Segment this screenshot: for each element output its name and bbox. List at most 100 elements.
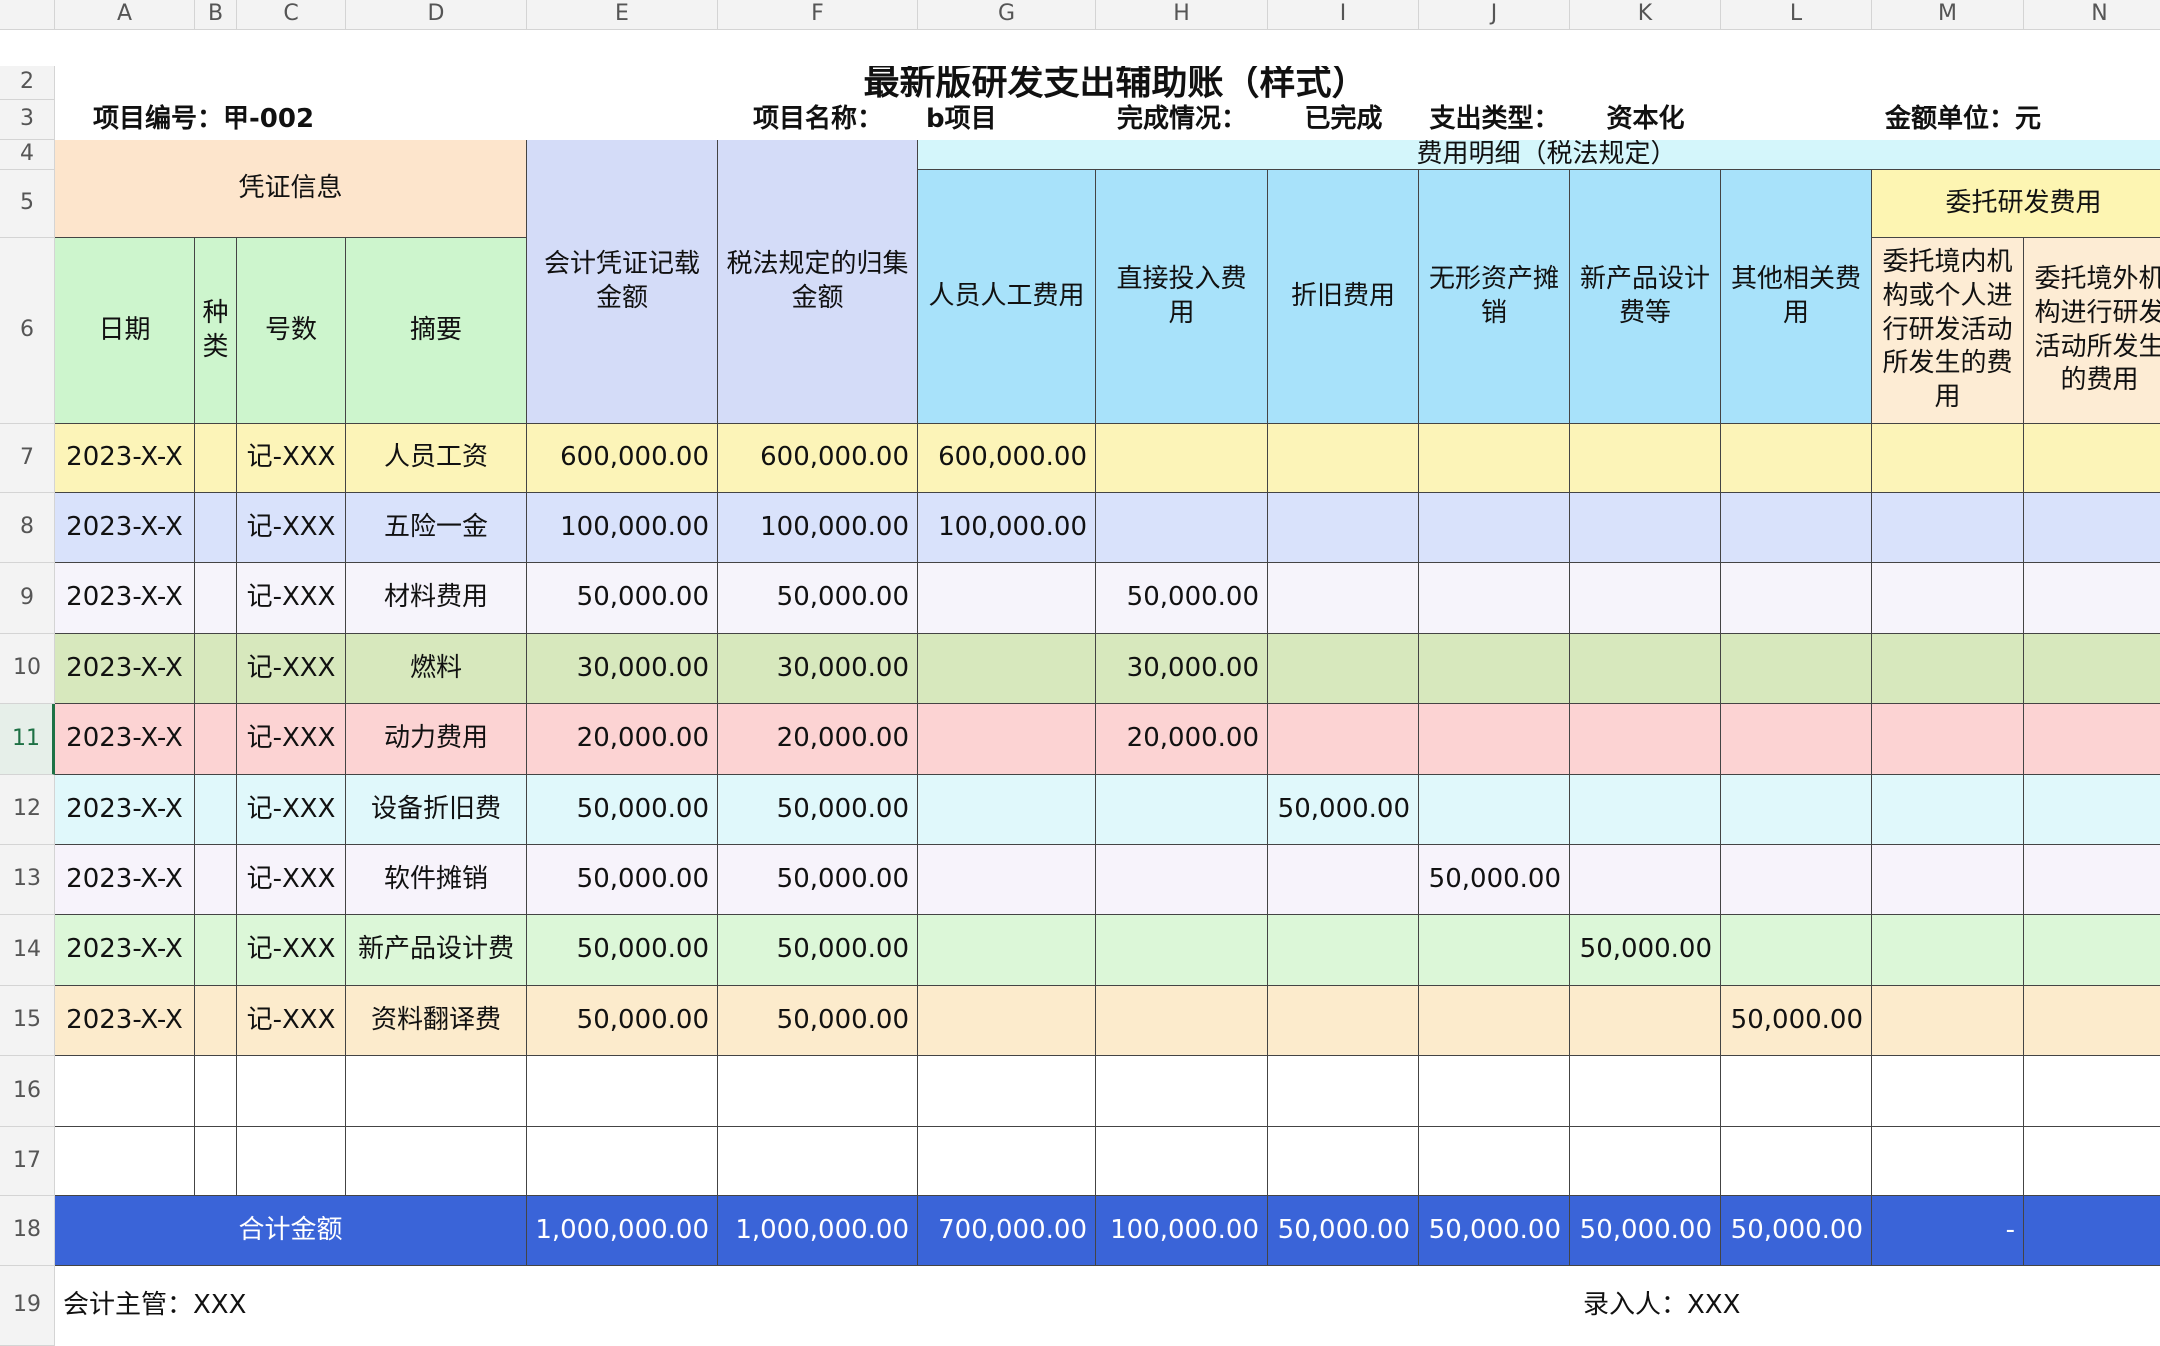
total-j[interactable]: 50,000.00 xyxy=(1419,1196,1570,1266)
cell-m17[interactable] xyxy=(1872,1127,2024,1196)
header-depreciation[interactable]: 折旧费用 xyxy=(1268,170,1419,424)
cell-f7[interactable]: 600,000.00 xyxy=(718,424,918,493)
cell-n14[interactable] xyxy=(2024,915,2160,986)
cell-d10[interactable]: 燃料 xyxy=(346,634,527,704)
cell-d14[interactable]: 新产品设计费 xyxy=(346,915,527,986)
cell-k10[interactable] xyxy=(1570,634,1721,704)
project-code[interactable]: 项目编号：甲-002 xyxy=(85,100,527,140)
row-header-16[interactable]: 16 xyxy=(0,1056,55,1127)
header-intangible[interactable]: 无形资产摊销 xyxy=(1419,170,1570,424)
cell-n12[interactable] xyxy=(2024,775,2160,845)
row-header-3[interactable]: 3 xyxy=(0,100,55,140)
cell-j11[interactable] xyxy=(1419,704,1570,775)
cell-a8[interactable]: 2023-X-X xyxy=(55,493,195,563)
cell-l8[interactable] xyxy=(1721,493,1872,563)
cell-a14[interactable]: 2023-X-X xyxy=(55,915,195,986)
cell-i10[interactable] xyxy=(1268,634,1419,704)
cell-k14[interactable]: 50,000.00 xyxy=(1570,915,1721,986)
cell-m8[interactable] xyxy=(1872,493,2024,563)
cell-b10[interactable] xyxy=(195,634,237,704)
column-header-f[interactable]: F xyxy=(718,0,918,30)
cell-j15[interactable] xyxy=(1419,986,1570,1056)
cell-l12[interactable] xyxy=(1721,775,1872,845)
cell-h15[interactable] xyxy=(1096,986,1268,1056)
cell-c13[interactable]: 记-XXX xyxy=(237,845,346,915)
cell-n17[interactable] xyxy=(2024,1127,2160,1196)
cell-f9[interactable]: 50,000.00 xyxy=(718,563,918,634)
project-name-label[interactable]: 项目名称： xyxy=(718,100,918,140)
status-label[interactable]: 完成情况： xyxy=(1096,100,1268,140)
project-name-value[interactable]: b项目 xyxy=(918,100,1096,140)
row-header-14[interactable]: 14 xyxy=(0,915,55,986)
header-voucher-info[interactable]: 凭证信息 xyxy=(55,140,527,238)
cell-k7[interactable] xyxy=(1570,424,1721,493)
cell-e8[interactable]: 100,000.00 xyxy=(527,493,718,563)
cell-d16[interactable] xyxy=(346,1056,527,1127)
cell-c7[interactable]: 记-XXX xyxy=(237,424,346,493)
row-header-13[interactable]: 13 xyxy=(0,845,55,915)
column-header-k[interactable]: K xyxy=(1570,0,1721,30)
cell-m11[interactable] xyxy=(1872,704,2024,775)
header-new-product[interactable]: 新产品设计费等 xyxy=(1570,170,1721,424)
cell-b16[interactable] xyxy=(195,1056,237,1127)
cell-f13[interactable]: 50,000.00 xyxy=(718,845,918,915)
cell-h10[interactable]: 30,000.00 xyxy=(1096,634,1268,704)
header-direct-input[interactable]: 直接投入费用 xyxy=(1096,170,1268,424)
header-tax-amount[interactable]: 税法规定的归集金额 xyxy=(718,140,918,424)
cell-e11[interactable]: 20,000.00 xyxy=(527,704,718,775)
cell-k8[interactable] xyxy=(1570,493,1721,563)
cell-e9[interactable]: 50,000.00 xyxy=(527,563,718,634)
cell-d15[interactable]: 资料翻译费 xyxy=(346,986,527,1056)
header-personnel[interactable]: 人员人工费用 xyxy=(918,170,1096,424)
cell-l14[interactable] xyxy=(1721,915,1872,986)
cell-k17[interactable] xyxy=(1570,1127,1721,1196)
cell-g7[interactable]: 600,000.00 xyxy=(918,424,1096,493)
amount-unit[interactable]: 金额单位：元 xyxy=(1877,100,2160,140)
cell-i11[interactable] xyxy=(1268,704,1419,775)
cell-k9[interactable] xyxy=(1570,563,1721,634)
status-value[interactable]: 已完成 xyxy=(1268,100,1419,140)
cell-f10[interactable]: 30,000.00 xyxy=(718,634,918,704)
cell-j12[interactable] xyxy=(1419,775,1570,845)
cell-j16[interactable] xyxy=(1419,1056,1570,1127)
cell-n11[interactable] xyxy=(2024,704,2160,775)
cell-e12[interactable]: 50,000.00 xyxy=(527,775,718,845)
cell-g9[interactable] xyxy=(918,563,1096,634)
cell-b14[interactable] xyxy=(195,915,237,986)
cell-h13[interactable] xyxy=(1096,845,1268,915)
select-all-corner[interactable] xyxy=(0,0,55,30)
cell-l13[interactable] xyxy=(1721,845,1872,915)
footer-recorder[interactable]: 录入人：XXX xyxy=(1575,1266,1872,1346)
cell-a17[interactable] xyxy=(55,1127,195,1196)
cell-j8[interactable] xyxy=(1419,493,1570,563)
row-header-8[interactable]: 8 xyxy=(0,493,55,563)
cell-h12[interactable] xyxy=(1096,775,1268,845)
header-kind[interactable]: 种类 xyxy=(195,238,237,424)
cell-m15[interactable] xyxy=(1872,986,2024,1056)
header-accounting-amount[interactable]: 会计凭证记载金额 xyxy=(527,140,718,424)
total-n[interactable] xyxy=(2024,1196,2160,1266)
cell-b8[interactable] xyxy=(195,493,237,563)
cell-e15[interactable]: 50,000.00 xyxy=(527,986,718,1056)
header-date[interactable]: 日期 xyxy=(55,238,195,424)
cell-k13[interactable] xyxy=(1570,845,1721,915)
cell-i17[interactable] xyxy=(1268,1127,1419,1196)
cell-d12[interactable]: 设备折旧费 xyxy=(346,775,527,845)
header-expense-detail[interactable]: 费用明细（税法规定） xyxy=(918,140,2160,170)
cell-g14[interactable] xyxy=(918,915,1096,986)
cell-a13[interactable]: 2023-X-X xyxy=(55,845,195,915)
row-header-19[interactable]: 19 xyxy=(0,1266,55,1346)
cell-f15[interactable]: 50,000.00 xyxy=(718,986,918,1056)
cell-a11[interactable]: 2023-X-X xyxy=(55,704,195,775)
cell-l15[interactable]: 50,000.00 xyxy=(1721,986,1872,1056)
cell-n13[interactable] xyxy=(2024,845,2160,915)
cell-b12[interactable] xyxy=(195,775,237,845)
cell-c11[interactable]: 记-XXX xyxy=(237,704,346,775)
row-header-15[interactable]: 15 xyxy=(0,986,55,1056)
cell-n15[interactable] xyxy=(2024,986,2160,1056)
cell-j7[interactable] xyxy=(1419,424,1570,493)
cell-l10[interactable] xyxy=(1721,634,1872,704)
column-header-c[interactable]: C xyxy=(237,0,346,30)
cell-k16[interactable] xyxy=(1570,1056,1721,1127)
row-header-12[interactable]: 12 xyxy=(0,775,55,845)
